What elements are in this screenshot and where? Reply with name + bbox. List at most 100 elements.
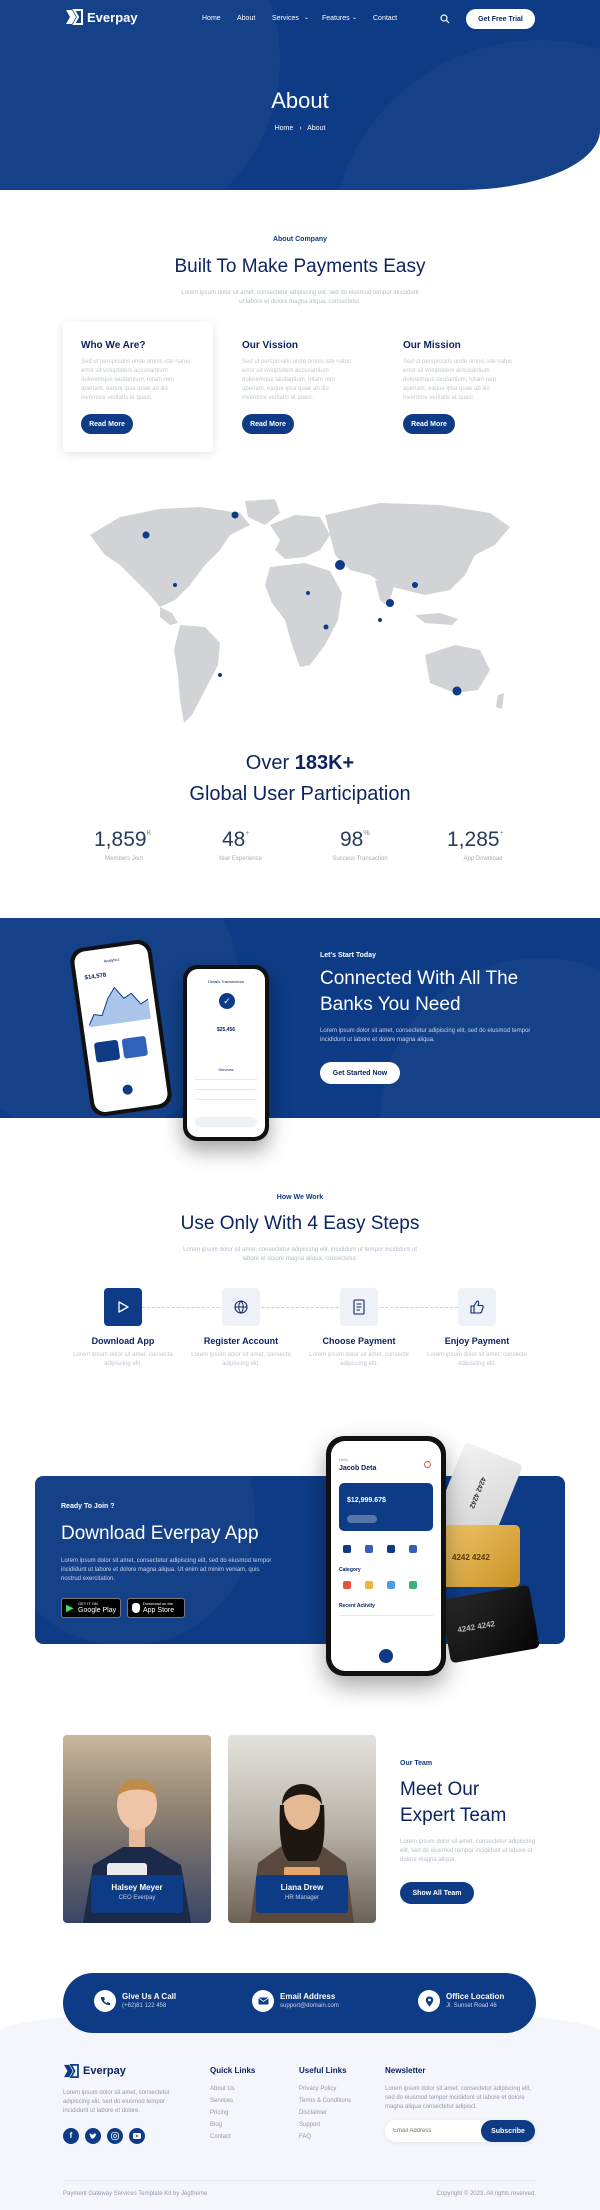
step-title: Enjoy Payment — [444, 1336, 510, 1346]
stat-label: Success Transaction — [332, 856, 388, 862]
useful-links-list: Privacy Policy Terms & Conditions Discla… — [299, 2083, 351, 2143]
footer-link[interactable]: Contact — [210, 2131, 235, 2143]
brand-logo[interactable]: Everpay — [65, 9, 138, 25]
footer-link[interactable]: Services — [210, 2095, 235, 2107]
subscribe-button[interactable]: Subscribe — [481, 2120, 535, 2142]
footer-link[interactable]: FAQ — [299, 2131, 351, 2143]
nav-contact[interactable]: Contact — [373, 15, 397, 22]
location-marker — [142, 531, 150, 539]
card-our-mission: Our Mission Sed ut perspiciatis unde omn… — [385, 322, 535, 452]
nav-home[interactable]: Home — [202, 15, 221, 22]
email-input[interactable] — [393, 2124, 473, 2138]
nav-services[interactable]: Services — [272, 15, 299, 22]
read-more-button[interactable]: Read More — [81, 414, 133, 434]
document-icon — [353, 1299, 365, 1315]
team-card-halsey: Halsey Meyer CEO Everpay — [63, 1735, 211, 1923]
stat-label: App Download — [463, 856, 503, 862]
twitter-icon[interactable] — [85, 2128, 101, 2144]
footer-link[interactable]: About Us — [210, 2083, 235, 2095]
contact-value: Jl. Sunset Road 46 — [446, 2003, 497, 2009]
indonesia-shape — [415, 613, 458, 625]
app-user-name: Jacob Deta — [339, 1465, 377, 1472]
step-enjoy-box — [458, 1288, 496, 1326]
card-our-vission: Our Vission Sed ut perspiciatis unde omn… — [224, 322, 374, 452]
card-title: Who We Are? — [81, 340, 146, 351]
app-category: Category — [339, 1567, 361, 1573]
phone-front-amount: $25,456 — [216, 1027, 236, 1033]
location-marker — [218, 673, 222, 677]
africa-shape — [265, 563, 342, 667]
apple-icon — [132, 1603, 140, 1613]
app-store-button[interactable]: Download on the App Store — [127, 1598, 185, 1618]
get-started-button[interactable]: Get Started Now — [320, 1062, 400, 1084]
step-choose-box — [340, 1288, 378, 1326]
stat-suffix: + — [245, 830, 250, 837]
member-name: Halsey Meyer — [111, 1883, 163, 1892]
credit-card-gold: 4242 4242 — [440, 1525, 520, 1587]
newsletter-title: Newsletter — [385, 2066, 426, 2075]
phone-front-title: Details Transactions — [207, 979, 244, 984]
greenland-shape — [245, 499, 280, 525]
map-pin-icon — [418, 1990, 440, 2012]
stat-value: 48 — [222, 828, 246, 851]
south-america-shape — [174, 625, 220, 723]
footer-logo[interactable]: Everpay — [63, 2064, 126, 2078]
about-eyebrow: About Company — [272, 236, 328, 243]
steps-eyebrow: How We Work — [276, 1194, 324, 1201]
google-play-label: Google Play — [78, 1607, 117, 1614]
chevron-right-icon: › — [299, 125, 302, 132]
search-icon[interactable] — [440, 14, 450, 24]
member-role: HR Manager — [284, 1895, 319, 1901]
useful-links-title: Useful Links — [299, 2066, 347, 2075]
step-text: Lorem ipsum dolor sit amet, consecte adi… — [309, 1352, 409, 1367]
balance-card: $12,999.67$ — [339, 1483, 433, 1531]
stat-suffix: K — [146, 830, 152, 837]
quick-links-list: About Us Services Pricing Blog Contact — [210, 2083, 235, 2143]
footer-link[interactable]: Pricing — [210, 2107, 235, 2119]
phone-mockup-front: Details Transactions ✓ $25,456 Services — [183, 965, 269, 1141]
team-eyebrow: Our Team — [400, 1760, 433, 1767]
youtube-icon[interactable] — [129, 2128, 145, 2144]
steps-connector-line — [142, 1307, 458, 1308]
team-text: Lorem ipsum dolor sit amet, consectetur … — [400, 1839, 536, 1863]
footer-link[interactable]: Terms & Conditions — [299, 2095, 351, 2107]
stat-suffix: + — [499, 830, 504, 837]
read-more-button[interactable]: Read More — [403, 414, 455, 434]
location-marker — [452, 686, 462, 696]
member-name: Liana Drew — [280, 1883, 324, 1892]
facebook-icon[interactable]: f — [63, 2128, 79, 2144]
stat-suffix: % — [363, 830, 370, 837]
contact-title: Office Location — [446, 1992, 505, 2001]
footer-credit: Payment Gateway Services Template Kit by… — [63, 2191, 208, 2197]
team-title-line1: Meet Our — [400, 1779, 480, 1800]
app-store-label: App Store — [143, 1607, 175, 1614]
footer-link[interactable]: Disclaimer — [299, 2107, 351, 2119]
step-title: Choose Payment — [322, 1336, 396, 1346]
location-marker — [306, 591, 310, 595]
read-more-button[interactable]: Read More — [242, 414, 294, 434]
instagram-icon[interactable] — [107, 2128, 123, 2144]
footer-link[interactable]: Privacy Policy — [299, 2083, 351, 2095]
quick-links-title: Quick Links — [210, 2066, 256, 2075]
phone-mockup-app: Hello, Jacob Deta $12,999.67$ Category R… — [326, 1436, 446, 1676]
australia-shape — [425, 645, 490, 693]
app-store-small: Download on the — [143, 1601, 174, 1606]
google-play-button[interactable]: ▶ GET IT ON Google Play — [61, 1598, 121, 1618]
download-eyebrow: Ready To Join ? — [61, 1503, 115, 1510]
nav-about[interactable]: About — [237, 15, 255, 22]
newsletter-form: Subscribe — [385, 2120, 535, 2142]
member-role: CEO Everpay — [118, 1895, 156, 1901]
footer-link[interactable]: Blog — [210, 2119, 235, 2131]
phone-back-header: Analytics — [103, 956, 120, 964]
breadcrumb-home[interactable]: Home — [275, 125, 294, 132]
card-text: Sed ut perspiciatis unde omnis iste natu… — [403, 359, 513, 401]
globe-icon — [234, 1300, 248, 1314]
free-trial-button[interactable]: Get Free Trial — [466, 9, 535, 29]
north-america-shape — [90, 507, 250, 607]
location-marker — [231, 511, 239, 519]
nav-features[interactable]: Features — [322, 15, 350, 22]
google-play-icon: ▶ — [66, 1603, 74, 1614]
footer-link[interactable]: Support — [299, 2119, 351, 2131]
show-all-team-button[interactable]: Show All Team — [400, 1882, 474, 1904]
contact-value: (+62)81 122 458 — [122, 2003, 167, 2009]
